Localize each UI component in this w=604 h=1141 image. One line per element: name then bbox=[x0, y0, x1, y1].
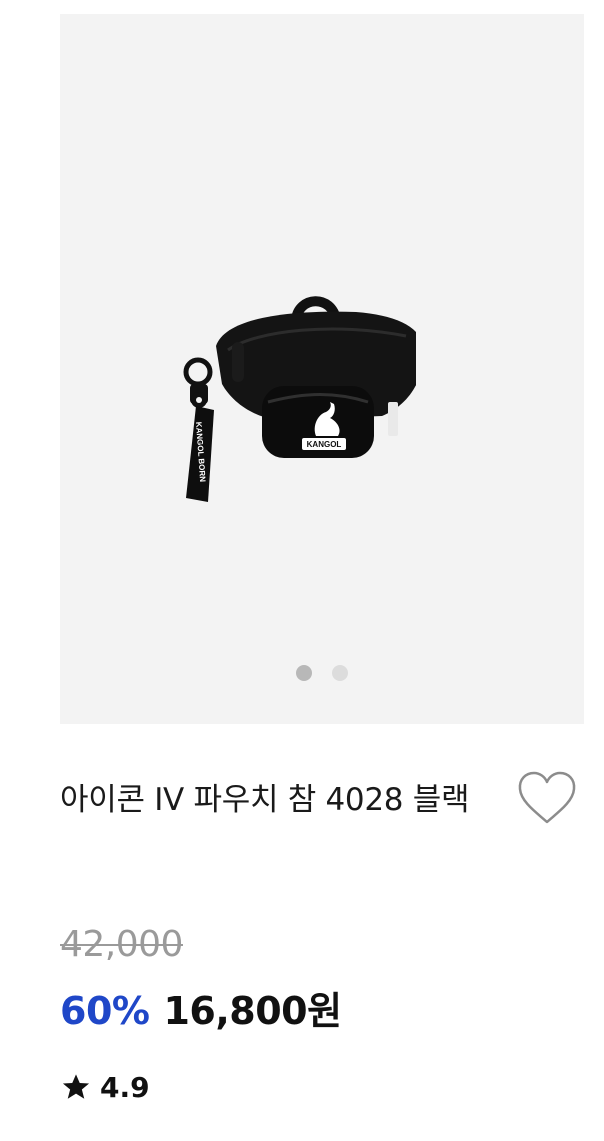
product-image-carousel[interactable]: KANGOL KANGOL BORN bbox=[60, 14, 584, 724]
price-row: 60% 16,800원 bbox=[60, 980, 342, 1033]
carousel-indicator bbox=[60, 665, 584, 681]
sale-price: 16,800원 bbox=[163, 989, 342, 1033]
heart-outline-icon bbox=[518, 771, 576, 824]
logo-text: KANGOL bbox=[307, 440, 342, 449]
star-icon bbox=[62, 1074, 90, 1099]
product-card[interactable]: KANGOL KANGOL BORN 아이콘 IV 파우치 참 4028 블랙 … bbox=[0, 0, 604, 1141]
rating: 4.9 bbox=[60, 1070, 150, 1104]
carousel-dot-1[interactable] bbox=[296, 665, 312, 681]
carousel-dot-2[interactable] bbox=[332, 665, 348, 681]
rating-value: 4.9 bbox=[100, 1070, 150, 1104]
product-title[interactable]: 아이콘 IV 파우치 참 4028 블랙 bbox=[60, 772, 490, 829]
wishlist-button[interactable] bbox=[514, 770, 580, 828]
discount-rate: 60% bbox=[60, 989, 150, 1033]
original-price: 42,000 bbox=[60, 924, 183, 965]
product-image: KANGOL KANGOL BORN bbox=[183, 296, 416, 502]
